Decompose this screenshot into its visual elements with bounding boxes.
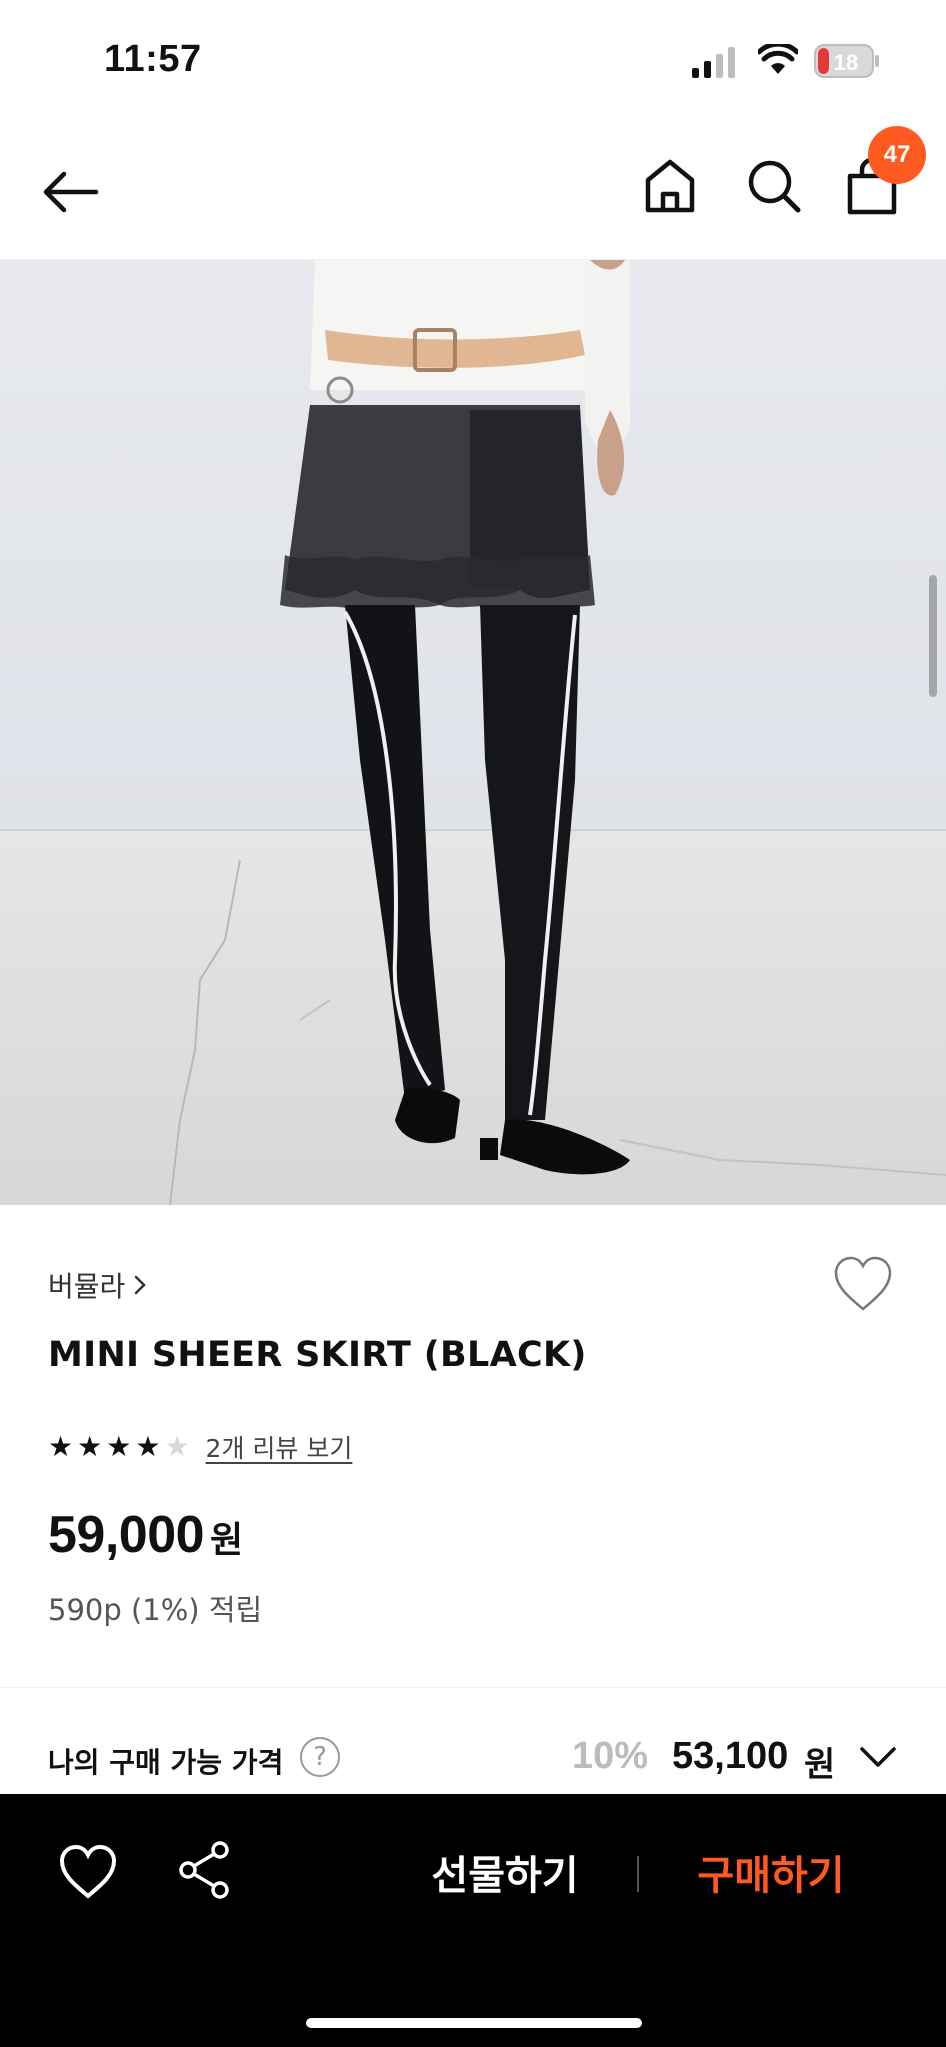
my-price-label: 나의 구매 가능 가격	[48, 1746, 284, 1779]
chevron-down-icon[interactable]	[858, 1743, 898, 1771]
home-indicator[interactable]	[306, 2018, 642, 2028]
home-button[interactable]	[642, 156, 702, 222]
discounted-price: 53,100	[672, 1735, 789, 1777]
button-divider	[637, 1856, 639, 1892]
cart-count-badge: 47	[868, 126, 926, 184]
battery-icon: 18	[814, 44, 882, 82]
product-image[interactable]	[0, 260, 946, 1205]
gift-button[interactable]: 선물하기	[420, 1838, 590, 1906]
star-icon: ★	[106, 1430, 132, 1463]
home-icon	[645, 159, 695, 213]
cellular-signal-icon	[692, 47, 735, 78]
discount-rate: 10%	[572, 1735, 649, 1777]
bottom-action-bar: 선물하기 구매하기	[0, 1794, 946, 2047]
rating-row: ★ ★ ★ ★ ★ 2개 리뷰 보기	[48, 1429, 352, 1465]
review-link[interactable]: 2개 리뷰 보기	[206, 1429, 353, 1465]
product-photo	[0, 260, 946, 1205]
buy-button[interactable]: 구매하기	[686, 1838, 856, 1906]
wishlist-button[interactable]	[832, 1255, 894, 1313]
heart-icon	[59, 1844, 117, 1899]
search-button[interactable]	[744, 156, 808, 222]
share-button[interactable]	[176, 1840, 232, 1900]
product-title: MINI SHEER SKIRT (BLACK)	[48, 1335, 587, 1375]
chevron-right-icon	[135, 1275, 147, 1295]
like-button[interactable]	[58, 1844, 118, 1900]
star-icon: ★	[77, 1430, 103, 1463]
brand-link[interactable]: 버뮬라	[48, 1265, 149, 1305]
rating-stars: ★ ★ ★ ★ ★	[48, 1433, 190, 1461]
price-unit: 원	[210, 1520, 244, 1561]
battery-level: 18	[834, 50, 858, 75]
brand-name: 버뮬라	[48, 1270, 126, 1303]
my-price-row[interactable]: 나의 구매 가능 가격 ? 10% 53,100 원	[0, 1735, 946, 1795]
price-value: 59,000	[48, 1506, 205, 1564]
section-divider	[0, 1687, 946, 1688]
top-navigation: 47	[0, 120, 946, 260]
arrow-left-icon	[43, 171, 99, 213]
image-scroll-indicator	[929, 575, 937, 697]
help-icon[interactable]: ?	[300, 1737, 340, 1777]
status-time: 11:57	[104, 38, 202, 80]
points-text: 590p (1%) 적립	[48, 1593, 263, 1627]
discounted-price-unit: 원	[804, 1745, 836, 1785]
star-icon: ★	[135, 1430, 161, 1463]
star-empty-icon: ★	[164, 1430, 190, 1463]
search-icon	[748, 160, 801, 213]
status-bar: 11:57 18	[0, 0, 946, 120]
back-button[interactable]	[40, 162, 110, 222]
wifi-icon	[758, 44, 798, 74]
heart-outline-icon	[834, 1256, 892, 1311]
share-icon	[179, 1841, 229, 1899]
star-icon: ★	[48, 1430, 74, 1463]
price-row: 59,000 원	[48, 1505, 243, 1565]
